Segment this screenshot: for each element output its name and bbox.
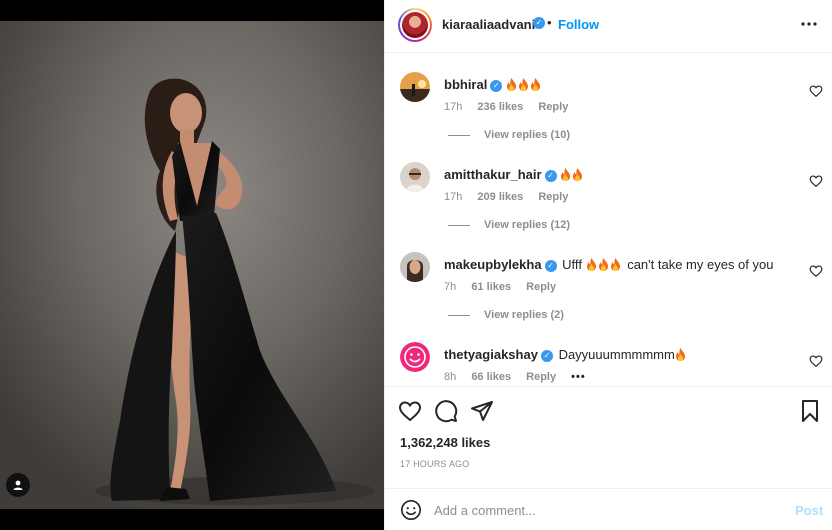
header-separator: • — [547, 15, 552, 30]
comment-bubble-icon[interactable] — [434, 399, 458, 423]
verified-badge-icon: ✓ — [544, 169, 557, 182]
view-replies-button[interactable]: View replies (2) — [448, 309, 564, 321]
fire-emoji-icon — [518, 78, 528, 91]
comments-list[interactable]: bbhiral ✓ 17h 236 likes Reply View replie… — [385, 54, 832, 386]
reply-button[interactable]: Reply — [538, 101, 568, 113]
comment-options-button[interactable]: ••• — [571, 371, 586, 383]
fire-emoji-icon — [586, 258, 596, 271]
comment-emojis — [506, 77, 542, 92]
comment-input[interactable] — [434, 499, 774, 521]
reply-button[interactable]: Reply — [538, 191, 568, 203]
post-header: kiaraaliaadvani ✓ • Follow — [385, 0, 832, 53]
comment-heart-icon[interactable] — [809, 84, 823, 98]
view-replies-label: View replies (10) — [484, 129, 571, 141]
post-photo[interactable] — [0, 21, 384, 509]
comment-username[interactable]: amitthakur_hair — [444, 167, 542, 182]
comment-meta: 8h 66 likes Reply ••• — [444, 371, 598, 383]
view-replies-button[interactable]: View replies (12) — [448, 219, 570, 231]
fire-emoji-icon — [675, 348, 685, 361]
comment-likes[interactable]: 66 likes — [471, 371, 511, 383]
post-side-panel: kiaraaliaadvani ✓ • Follow bbhiral ✓ 17h… — [384, 0, 832, 530]
comment-text: can't take my eyes of you — [627, 257, 774, 272]
post-timestamp[interactable]: 17 HOURS AGO — [400, 459, 469, 469]
paper-plane-icon[interactable] — [470, 399, 494, 423]
post-comment-button[interactable]: Post — [795, 503, 823, 518]
verified-badge-icon: ✓ — [544, 259, 557, 272]
verified-badge-icon: ✓ — [490, 79, 503, 92]
add-comment-bar: Post — [385, 488, 832, 530]
verified-badge-icon: ✓ — [533, 17, 545, 29]
owner-avatar[interactable] — [398, 8, 432, 42]
verified-badge-icon: ✓ — [540, 349, 553, 362]
comment-emojis — [560, 167, 584, 182]
smiley-icon[interactable] — [400, 499, 422, 521]
view-replies-button[interactable]: View replies (10) — [448, 129, 570, 141]
follow-button[interactable]: Follow — [558, 17, 599, 32]
comment-body: amitthakur_hair ✓ — [444, 166, 794, 184]
user-tag-icon[interactable] — [6, 473, 30, 497]
commenter-avatar[interactable] — [400, 162, 430, 192]
comment-heart-icon[interactable] — [809, 264, 823, 278]
fire-emoji-icon — [506, 78, 516, 91]
comment-username[interactable]: bbhiral — [444, 77, 487, 92]
commenter-avatar[interactable] — [400, 342, 430, 372]
comment-meta: 17h 236 likes Reply — [444, 101, 580, 113]
fire-emoji-icon — [610, 258, 620, 271]
heart-icon[interactable] — [398, 399, 422, 423]
comment-likes[interactable]: 209 likes — [477, 191, 523, 203]
comment-meta: 7h 61 likes Reply — [444, 281, 568, 293]
view-replies-label: View replies (2) — [484, 309, 564, 321]
fire-emoji-icon — [561, 168, 571, 181]
bookmark-icon[interactable] — [798, 399, 822, 423]
post-modal: kiaraaliaadvani ✓ • Follow bbhiral ✓ 17h… — [0, 0, 832, 530]
comment-heart-icon[interactable] — [809, 354, 823, 368]
comment-emojis — [586, 257, 626, 272]
commenter-avatar[interactable] — [400, 72, 430, 102]
post-likes-count[interactable]: 1,362,248 likes — [400, 435, 490, 450]
comment-username[interactable]: thetyagiakshay — [444, 347, 538, 362]
more-horizontal-icon[interactable] — [799, 14, 819, 34]
comment-text: Dayyuuummmmmm — [558, 347, 675, 362]
comment-time[interactable]: 8h — [444, 371, 456, 383]
comment-body: thetyagiakshay ✓ Dayyuuummmmmm — [444, 346, 794, 364]
comment-text: Ufff — [562, 257, 582, 272]
comment-body: bbhiral ✓ — [444, 76, 794, 94]
comment-likes[interactable]: 236 likes — [477, 101, 523, 113]
photo-illustration — [0, 21, 384, 509]
view-replies-label: View replies (12) — [484, 219, 571, 231]
comment-time[interactable]: 17h — [444, 191, 462, 203]
reply-button[interactable]: Reply — [526, 281, 556, 293]
fire-emoji-icon — [530, 78, 540, 91]
comment-time[interactable]: 7h — [444, 281, 456, 293]
comment-meta: 17h 209 likes Reply — [444, 191, 580, 203]
post-actions: 1,362,248 likes 17 HOURS AGO — [385, 386, 832, 481]
comment-likes[interactable]: 61 likes — [471, 281, 511, 293]
comment-username[interactable]: makeupbylekha — [444, 257, 542, 272]
post-media — [0, 0, 384, 530]
fire-emoji-icon — [573, 168, 583, 181]
reply-button[interactable]: Reply — [526, 371, 556, 383]
owner-username[interactable]: kiaraaliaadvani — [442, 17, 535, 32]
comment-body: makeupbylekha ✓ Ufff can't take my eyes o… — [444, 256, 794, 274]
comment-heart-icon[interactable] — [809, 174, 823, 188]
commenter-avatar[interactable] — [400, 252, 430, 282]
comment-time[interactable]: 17h — [444, 101, 462, 113]
fire-emoji-icon — [598, 258, 608, 271]
